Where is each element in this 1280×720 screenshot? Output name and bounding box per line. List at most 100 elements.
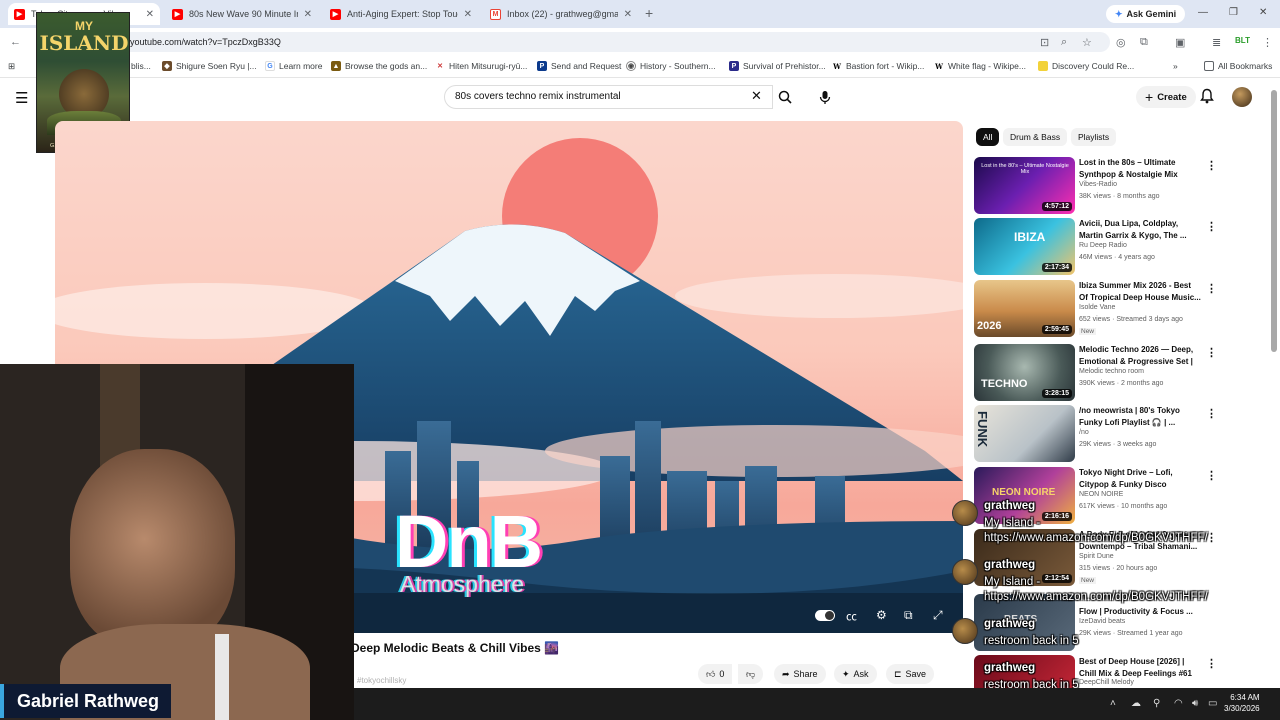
tab-80s-new-wave[interactable]: ▶ 80s New Wave 90 Minute Instru ✕: [166, 3, 318, 25]
new-tab-button[interactable]: +: [645, 5, 653, 21]
youtube-icon: ▶: [172, 8, 183, 20]
fullscreen-icon[interactable]: ⤢: [933, 608, 943, 623]
bookmark-discovery[interactable]: Discovery Could Re...: [1038, 61, 1134, 71]
thumbnail: FUNK: [974, 405, 1075, 462]
close-icon[interactable]: ✕: [464, 9, 472, 20]
thumbs-down-icon: 👎︎: [746, 668, 756, 679]
more-options-icon[interactable]: ⋮: [1206, 657, 1214, 670]
folder-icon: [1204, 61, 1214, 71]
more-options-icon[interactable]: ⋮: [1206, 220, 1217, 233]
sidepanel-icon[interactable]: ▣: [1175, 36, 1185, 49]
recommendation-4[interactable]: TECHNO 3:28:15 Melodic Techno 2026 — Dee…: [974, 344, 1217, 402]
voice-search-button[interactable]: [812, 85, 838, 109]
google-icon: G: [265, 61, 275, 71]
avatar[interactable]: [1232, 87, 1252, 107]
gmail-icon: M: [490, 8, 501, 20]
new-badge: New: [1079, 328, 1097, 335]
captions-icon[interactable]: ㏄: [846, 608, 857, 624]
bookmark-survival[interactable]: P Survival of Prehistor...: [729, 61, 826, 71]
bookmark-history[interactable]: ◉ History - Southern...: [626, 61, 716, 71]
save-button[interactable]: ⊏ Save: [886, 664, 935, 684]
wifi-icon[interactable]: ◠: [1174, 698, 1183, 709]
bookmark-shigure[interactable]: ◆ Shigure Soen Ryu |...: [162, 61, 257, 71]
person-head: [70, 449, 235, 649]
search-button[interactable]: [772, 85, 798, 109]
avatar: [952, 500, 978, 526]
zoom-icon[interactable]: ⌕: [1061, 36, 1067, 49]
install-icon[interactable]: ⊡: [1040, 36, 1049, 49]
bookmarks-overflow-icon[interactable]: »: [1173, 61, 1178, 71]
chip-drum-and-bass[interactable]: Drum & Bass: [1003, 128, 1068, 146]
tab-inbox[interactable]: M Inbox (22) - grathweg@gmail.c ✕: [484, 3, 638, 25]
puzzle-icon[interactable]: ⧉: [1140, 36, 1148, 49]
more-options-icon[interactable]: ⋮: [1206, 407, 1217, 420]
hamburger-menu-icon[interactable]: ☰: [15, 89, 28, 107]
minimize-button[interactable]: —: [1198, 7, 1208, 18]
tray-usb-icon[interactable]: ⚲: [1153, 698, 1160, 709]
apps-icon[interactable]: ⊞: [8, 61, 15, 72]
maximize-button[interactable]: ❐: [1229, 7, 1238, 18]
more-options-icon[interactable]: ⋮: [1206, 282, 1217, 295]
scrollbar-thumb[interactable]: [1271, 90, 1277, 352]
page-icon: ◉: [626, 61, 636, 71]
more-options-icon[interactable]: ⋮: [1206, 346, 1217, 359]
extension-icon[interactable]: ◎: [1116, 36, 1126, 49]
back-icon[interactable]: ←: [10, 36, 21, 48]
battery-icon[interactable]: ▭: [1208, 698, 1217, 709]
clock[interactable]: 6:34 AM 3/30/2026: [1224, 692, 1260, 714]
recommendation-2[interactable]: IBIZA 2:17:34 Avicii, Dua Lipa, Coldplay…: [974, 218, 1217, 276]
close-icon[interactable]: ✕: [146, 9, 154, 20]
youtube-icon: ▶: [330, 8, 341, 20]
youtube-icon: ▶: [14, 8, 25, 20]
wikipedia-icon: W: [832, 61, 842, 71]
ask-button[interactable]: ✦ Ask: [834, 664, 877, 684]
close-icon[interactable]: ✕: [624, 9, 632, 20]
recommendation-3[interactable]: 2026 2:59:45 Ibiza Summer Mix 2026 - Bes…: [974, 280, 1217, 338]
recommendation-5[interactable]: FUNK /no meowrista | 80's Tokyo Funky Lo…: [974, 405, 1217, 463]
clear-search-icon[interactable]: ✕: [751, 88, 762, 104]
miniplayer-icon[interactable]: ⧉: [904, 608, 913, 623]
extension-blt-icon[interactable]: BLT: [1235, 36, 1250, 45]
bookmark-learn-more[interactable]: G Learn more: [265, 61, 322, 71]
all-bookmarks-button[interactable]: All Bookmarks: [1204, 61, 1272, 71]
bookmark-browse-gods[interactable]: ▲ Browse the gods an...: [331, 61, 427, 71]
close-window-button[interactable]: ✕: [1259, 7, 1267, 18]
bookmark-bastion[interactable]: W Bastion fort - Wikip...: [832, 61, 924, 71]
tab-anti-aging[interactable]: ▶ Anti-Aging Expert: Stop Touchi ✕: [324, 3, 478, 25]
channel-name[interactable]: #tokyochillsky: [357, 676, 406, 685]
microphone-icon: [819, 90, 831, 104]
plus-icon: +: [1145, 89, 1154, 105]
thumbnail: IBIZA 2:17:34: [974, 218, 1075, 275]
settings-gear-icon[interactable]: ⚙: [876, 608, 887, 622]
bookmark-white-flag[interactable]: W White flag - Wikipe...: [934, 61, 1026, 71]
notifications-button[interactable]: [1200, 88, 1214, 109]
paypal-icon: P: [537, 61, 547, 71]
thumbnail: 2026 2:59:45: [974, 280, 1075, 337]
tray-chevron-icon[interactable]: ˄: [1110, 698, 1116, 709]
share-button[interactable]: ➦ Share: [774, 664, 826, 684]
chip-all[interactable]: All: [976, 128, 1000, 146]
recommendation-1[interactable]: Lost in the 80's – Ultimate Nostalgie Mi…: [974, 157, 1217, 215]
bookmark-hiten[interactable]: ✕ Hiten Mitsurugi-ryū...: [435, 61, 527, 71]
page-icon: P: [729, 61, 739, 71]
autoplay-toggle[interactable]: [815, 610, 835, 621]
bookmark-star-icon[interactable]: ☆: [1082, 36, 1092, 49]
volume-icon[interactable]: 🔊︎: [1192, 698, 1198, 709]
chip-playlists[interactable]: Playlists: [1071, 128, 1117, 146]
page-icon: ✕: [435, 61, 445, 71]
like-button[interactable]: 👍︎ 0: [698, 664, 733, 684]
more-options-icon[interactable]: ⋮: [1206, 159, 1217, 172]
bookmark-send-request[interactable]: P Send and Request: [537, 61, 621, 71]
thumbnail: TECHNO 3:28:15: [974, 344, 1075, 401]
tray-app-icon[interactable]: ☁: [1131, 698, 1141, 709]
create-button[interactable]: + Create: [1136, 86, 1196, 108]
menu-dots-icon[interactable]: ⋮: [1262, 36, 1273, 49]
reading-list-icon[interactable]: ≣: [1212, 36, 1221, 49]
autoplay-knob: [825, 611, 834, 620]
close-icon[interactable]: ✕: [304, 9, 312, 20]
bookmark-partial[interactable]: blis...: [131, 61, 151, 71]
ask-gemini-button[interactable]: ✦ Ask Gemini: [1106, 5, 1186, 23]
page-icon: ▲: [331, 61, 341, 71]
more-options-icon[interactable]: ⋮: [1206, 469, 1217, 482]
dislike-button[interactable]: 👎︎: [738, 664, 764, 684]
